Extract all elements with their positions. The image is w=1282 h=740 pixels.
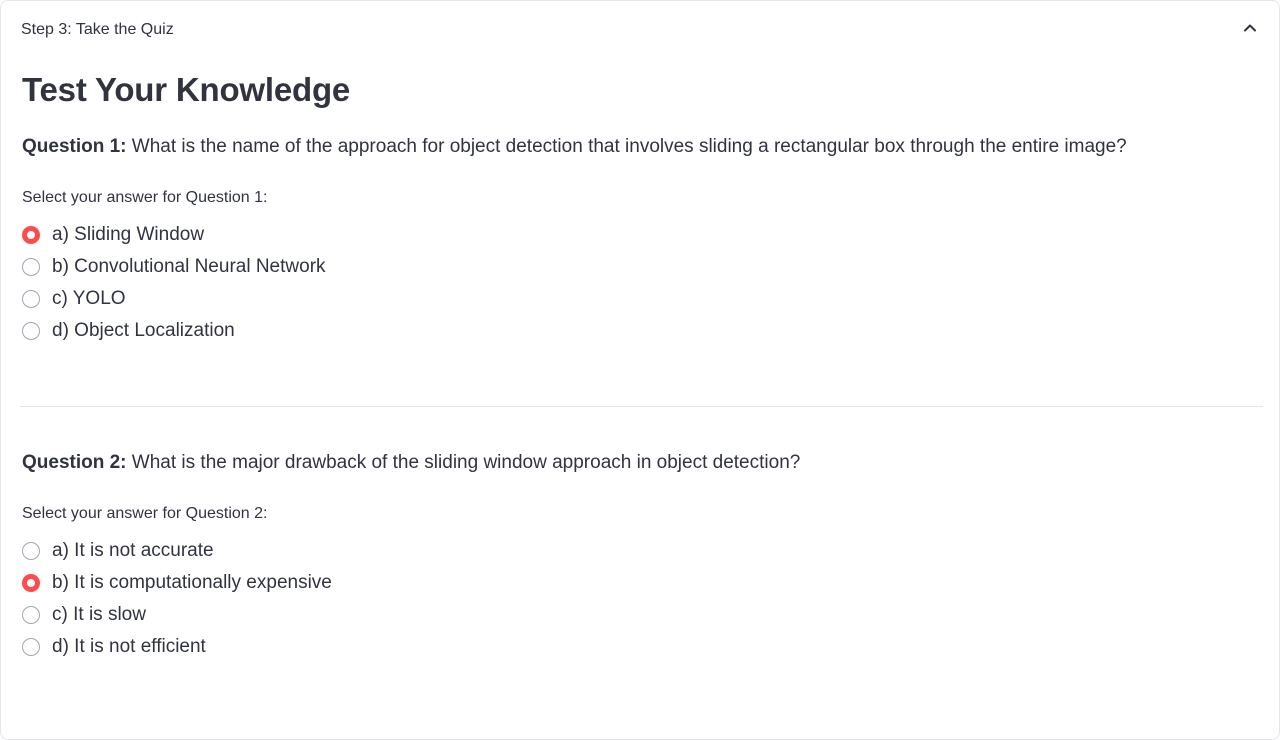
question-2-prompt: Select your answer for Question 2:	[22, 505, 268, 522]
question-2-label: Question 2:	[22, 452, 127, 473]
q2-option-c[interactable]: c) It is slow	[22, 602, 146, 628]
question-1-text: Question 1: What is the name of the appr…	[22, 134, 1127, 160]
quiz-expander: Step 3: Take the Quiz Test Your Knowledg…	[0, 0, 1280, 740]
radio-button[interactable]	[22, 322, 40, 340]
radio-button-selected[interactable]	[22, 574, 40, 592]
option-label: d) It is not efficient	[52, 636, 206, 657]
q1-option-b[interactable]: b) Convolutional Neural Network	[22, 254, 326, 280]
question-1-prompt: Select your answer for Question 1:	[22, 189, 268, 206]
radio-button[interactable]	[22, 638, 40, 656]
radio-button[interactable]	[22, 606, 40, 624]
option-label: b) It is computationally expensive	[52, 572, 332, 593]
radio-button[interactable]	[22, 290, 40, 308]
q2-option-d[interactable]: d) It is not efficient	[22, 634, 206, 660]
chevron-up-icon[interactable]	[1241, 19, 1259, 37]
option-label: d) Object Localization	[52, 320, 235, 341]
question-1-body: What is the name of the approach for obj…	[126, 136, 1127, 157]
question-2-body: What is the major drawback of the slidin…	[126, 452, 801, 473]
radio-button[interactable]	[22, 542, 40, 560]
q1-option-c[interactable]: c) YOLO	[22, 286, 126, 312]
option-label: a) It is not accurate	[52, 540, 214, 561]
option-label: a) Sliding Window	[52, 224, 205, 245]
q1-option-a[interactable]: a) Sliding Window	[22, 222, 204, 248]
q1-option-d[interactable]: d) Object Localization	[22, 318, 235, 344]
page-title: Test Your Knowledge	[22, 71, 351, 108]
radio-button-selected[interactable]	[22, 226, 40, 244]
option-label: c) It is slow	[52, 604, 146, 625]
question-2-text: Question 2: What is the major drawback o…	[22, 450, 800, 476]
question-1-label: Question 1:	[22, 136, 127, 157]
radio-button[interactable]	[22, 258, 40, 276]
q2-option-b[interactable]: b) It is computationally expensive	[22, 570, 332, 596]
expander-title[interactable]: Step 3: Take the Quiz	[21, 19, 174, 41]
q2-option-a[interactable]: a) It is not accurate	[22, 538, 214, 564]
divider	[20, 406, 1263, 407]
option-label: b) Convolutional Neural Network	[52, 256, 326, 277]
option-label: c) YOLO	[52, 288, 126, 309]
